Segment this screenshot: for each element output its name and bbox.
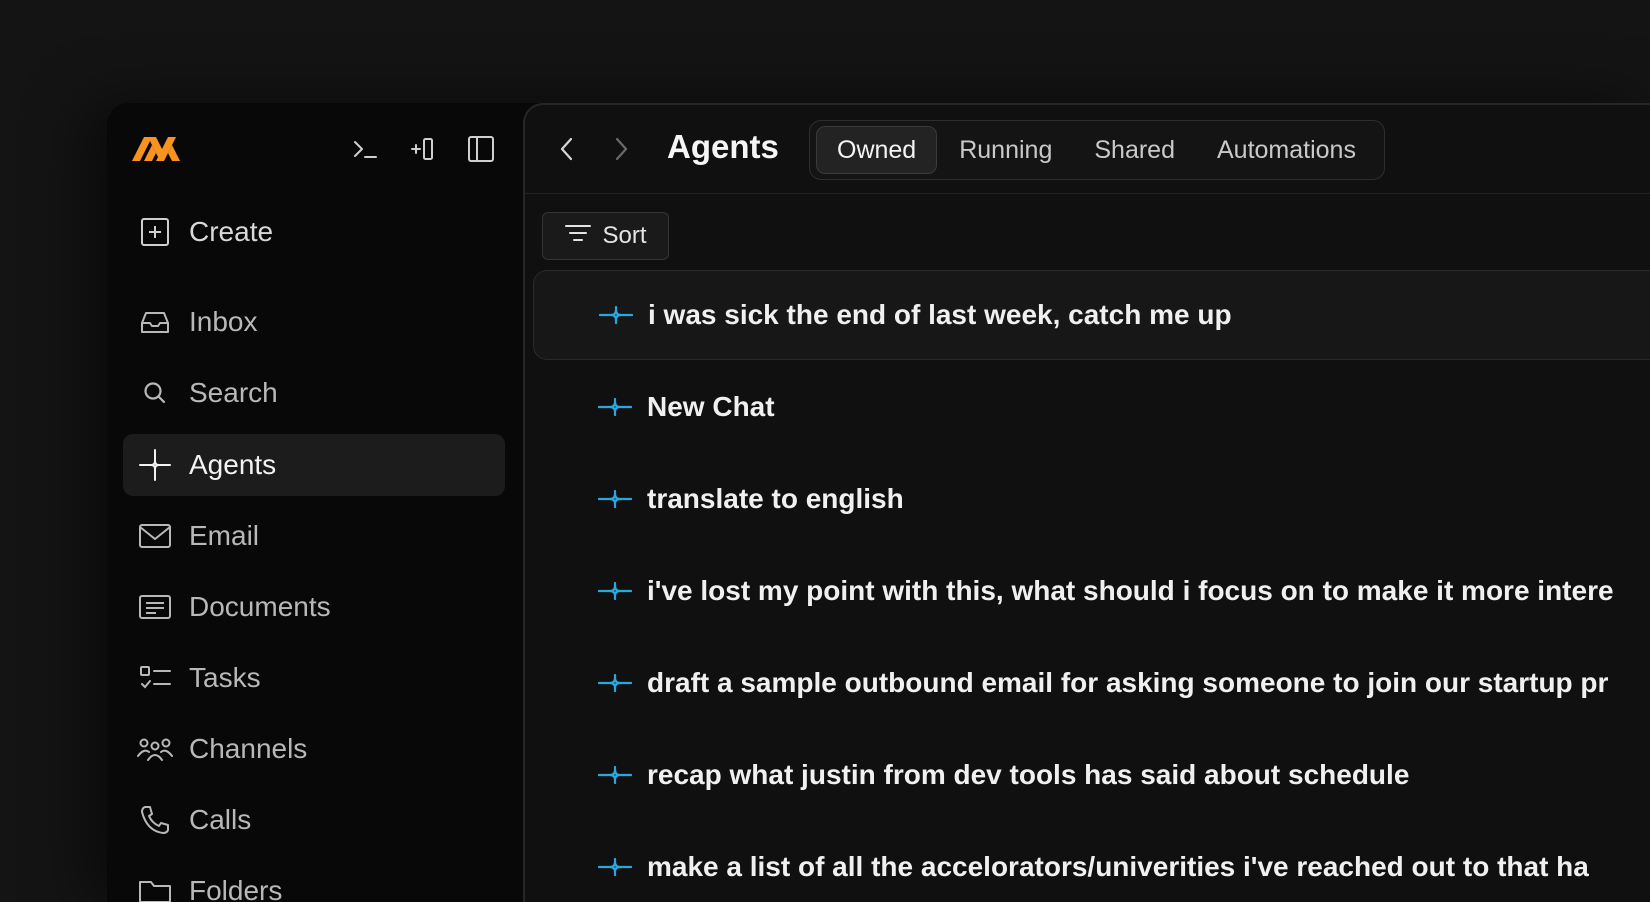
mail-icon xyxy=(137,518,173,554)
sidebar-item-label: Email xyxy=(189,520,260,551)
list-item[interactable]: recap what justin from dev tools has sai… xyxy=(533,730,1650,820)
main-panel: Agents Owned Running Shared Automations … xyxy=(523,103,1650,902)
sidebar-toolbar xyxy=(347,131,499,167)
sidebar-item-channels[interactable]: Channels xyxy=(123,718,505,780)
header: Agents Owned Running Shared Automations xyxy=(525,105,1650,194)
terminal-icon[interactable] xyxy=(347,131,383,167)
sparkle-icon xyxy=(137,447,173,483)
sparkle-icon xyxy=(597,665,633,701)
agent-title: i was sick the end of last week, catch m… xyxy=(648,299,1232,330)
sidebar: Create Inbox Search Agents Email Documen… xyxy=(107,103,523,902)
tab-automations[interactable]: Automations xyxy=(1197,126,1376,174)
sort-label: Sort xyxy=(602,222,647,249)
tab-running[interactable]: Running xyxy=(939,126,1072,174)
sidebar-item-label: Calls xyxy=(189,804,252,835)
sort-button[interactable]: Sort xyxy=(542,212,669,260)
sidebar-item-label: Inbox xyxy=(189,306,258,337)
tab-owned[interactable]: Owned xyxy=(816,126,938,174)
sparkle-icon xyxy=(597,849,633,885)
sparkle-icon xyxy=(597,757,633,793)
checklist-icon xyxy=(137,660,173,696)
sidebar-item-documents[interactable]: Documents xyxy=(123,576,505,638)
sidebar-item-label: Documents xyxy=(189,591,331,622)
search-icon xyxy=(137,375,173,411)
agent-title: New Chat xyxy=(647,391,775,422)
back-button[interactable] xyxy=(549,129,585,169)
list-item[interactable]: make a list of all the accelorators/univ… xyxy=(533,822,1650,902)
people-icon xyxy=(137,731,173,767)
app-logo xyxy=(130,131,182,167)
filter-icon xyxy=(564,222,592,250)
sidebar-item-label: Folders xyxy=(189,875,283,902)
create-button[interactable]: Create xyxy=(123,201,505,263)
sidebar-item-label: Channels xyxy=(189,733,308,764)
inbox-icon xyxy=(137,304,173,340)
sidebar-item-inbox[interactable]: Inbox xyxy=(123,291,505,353)
new-panel-icon[interactable] xyxy=(405,131,441,167)
sidebar-item-search[interactable]: Search xyxy=(123,362,505,424)
sidebar-item-label: Tasks xyxy=(189,662,261,693)
agent-title: i've lost my point with this, what shoul… xyxy=(647,575,1614,606)
sidebar-item-label: Agents xyxy=(189,449,277,480)
sparkle-icon xyxy=(597,573,633,609)
sidebar-item-tasks[interactable]: Tasks xyxy=(123,647,505,709)
phone-icon xyxy=(137,802,173,838)
plus-square-icon xyxy=(137,214,173,250)
app-window: Create Inbox Search Agents Email Documen… xyxy=(107,103,1650,902)
agent-title: recap what justin from dev tools has sai… xyxy=(647,759,1410,790)
sidebar-item-agents[interactable]: Agents xyxy=(123,434,505,496)
tab-shared[interactable]: Shared xyxy=(1074,126,1195,174)
sidebar-item-email[interactable]: Email xyxy=(123,505,505,567)
sidebar-item-folders[interactable]: Folders xyxy=(123,860,505,902)
sidebar-item-label: Search xyxy=(189,377,278,408)
folder-icon xyxy=(137,873,173,902)
sidebar-item-calls[interactable]: Calls xyxy=(123,789,505,851)
document-icon xyxy=(137,589,173,625)
sidebar-toggle-icon[interactable] xyxy=(463,131,499,167)
list-item[interactable]: draft a sample outbound email for asking… xyxy=(533,638,1650,728)
page-title: Agents xyxy=(667,128,779,165)
create-label: Create xyxy=(189,216,274,247)
list-item[interactable]: New Chat xyxy=(533,362,1650,452)
sparkle-icon xyxy=(597,389,633,425)
agent-title: translate to english xyxy=(647,483,904,514)
agent-list: i was sick the end of last week, catch m… xyxy=(533,270,1650,902)
agent-title: make a list of all the accelorators/univ… xyxy=(647,851,1589,882)
agent-title: draft a sample outbound email for asking… xyxy=(647,667,1609,698)
sparkle-icon xyxy=(597,481,633,517)
sparkle-icon xyxy=(598,297,634,333)
list-item[interactable]: i was sick the end of last week, catch m… xyxy=(533,270,1650,360)
list-item[interactable]: i've lost my point with this, what shoul… xyxy=(533,546,1650,636)
forward-button[interactable] xyxy=(603,129,639,169)
tab-bar: Owned Running Shared Automations xyxy=(809,120,1385,180)
list-item[interactable]: translate to english xyxy=(533,454,1650,544)
